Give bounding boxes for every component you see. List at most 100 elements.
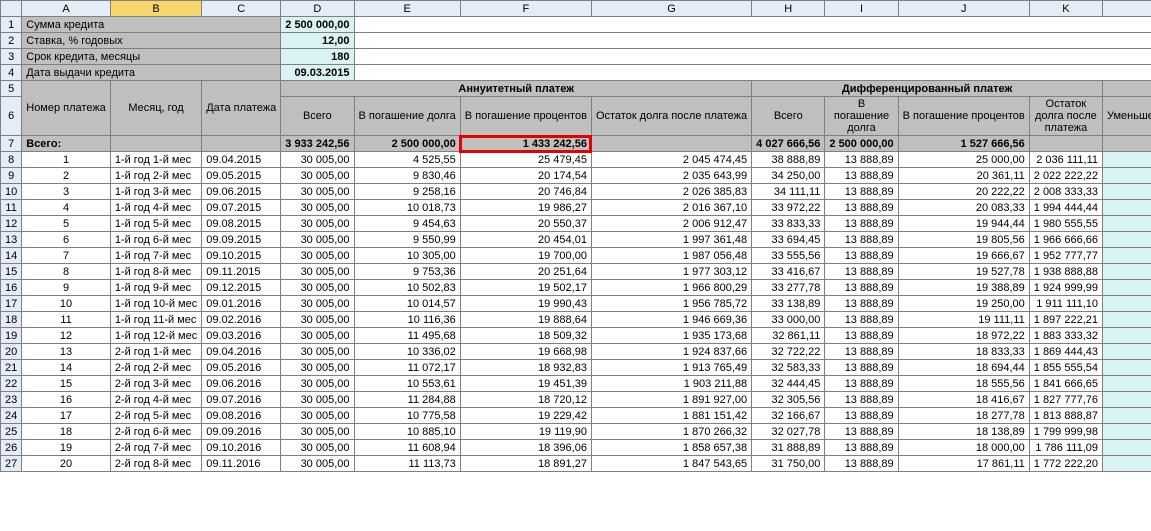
diff-principal-cell[interactable]: 13 888,89 — [825, 168, 898, 184]
diff-total-cell[interactable]: 34 111,11 — [752, 184, 825, 200]
rate-value[interactable]: 12,00 — [281, 33, 354, 49]
row-14[interactable]: 14 — [1, 248, 22, 264]
diff-balance-cell[interactable]: 1 841 666,65 — [1029, 376, 1102, 392]
ann-interest-cell[interactable]: 18 720,12 — [460, 392, 591, 408]
ann-balance-cell[interactable]: 1 847 543,65 — [591, 456, 751, 472]
ann-balance-cell[interactable]: 1 881 151,42 — [591, 408, 751, 424]
ann-principal-cell[interactable]: 10 502,83 — [354, 280, 460, 296]
issue-date-label[interactable]: Дата выдачи кредита — [22, 65, 281, 81]
diff-principal-cell[interactable]: 13 888,89 — [825, 264, 898, 280]
ann-total-cell[interactable]: 30 005,00 — [281, 344, 354, 360]
payment-date[interactable]: 09.07.2016 — [202, 392, 281, 408]
payment-month[interactable]: 1-й год 10-й мес — [110, 296, 201, 312]
early-pay-cell[interactable] — [1103, 392, 1151, 408]
ann-total-cell[interactable]: 30 005,00 — [281, 440, 354, 456]
diff-interest-cell[interactable]: 19 666,67 — [898, 248, 1029, 264]
col-B[interactable]: B — [110, 1, 201, 17]
ann-interest-cell[interactable]: 20 550,37 — [460, 216, 591, 232]
ann-balance-cell[interactable]: 1 946 669,36 — [591, 312, 751, 328]
diff-interest-cell[interactable]: 19 944,44 — [898, 216, 1029, 232]
payment-date[interactable]: 09.03.2016 — [202, 328, 281, 344]
diff-interest-cell[interactable]: 25 000,00 — [898, 152, 1029, 168]
diff-balance-cell[interactable]: 1 799 999,98 — [1029, 424, 1102, 440]
payment-month[interactable]: 2-й год 8-й мес — [110, 456, 201, 472]
payment-num[interactable]: 19 — [22, 440, 111, 456]
spreadsheet-grid[interactable]: A B C D E F G H I J K L M 1 Сумма кредит… — [0, 0, 1151, 472]
diff-balance-cell[interactable]: 1 994 444,44 — [1029, 200, 1102, 216]
payment-month[interactable]: 2-й год 5-й мес — [110, 408, 201, 424]
issue-date-value[interactable]: 09.03.2015 — [281, 65, 354, 81]
ann-balance-cell[interactable]: 2 016 367,10 — [591, 200, 751, 216]
payment-month[interactable]: 1-й год 4-й мес — [110, 200, 201, 216]
row-10[interactable]: 10 — [1, 184, 22, 200]
row-27[interactable]: 27 — [1, 456, 22, 472]
payment-date[interactable]: 09.01.2016 — [202, 296, 281, 312]
early-pay-cell[interactable] — [1103, 152, 1151, 168]
ann-balance-cell[interactable]: 2 045 474,45 — [591, 152, 751, 168]
diff-principal-cell[interactable]: 13 888,89 — [825, 424, 898, 440]
ann-principal-cell[interactable]: 9 258,16 — [354, 184, 460, 200]
payment-date[interactable]: 09.08.2016 — [202, 408, 281, 424]
col-K[interactable]: K — [1029, 1, 1102, 17]
ann-interest-cell[interactable]: 18 932,83 — [460, 360, 591, 376]
diff-principal-cell[interactable]: 13 888,89 — [825, 152, 898, 168]
ann-balance-cell[interactable]: 1 913 765,49 — [591, 360, 751, 376]
payment-month[interactable]: 1-й год 11-й мес — [110, 312, 201, 328]
payment-month[interactable]: 1-й год 9-й мес — [110, 280, 201, 296]
row-9[interactable]: 9 — [1, 168, 22, 184]
payment-month[interactable]: 2-й год 7-й мес — [110, 440, 201, 456]
payment-month[interactable]: 1-й год 3-й мес — [110, 184, 201, 200]
col-L[interactable]: L — [1103, 1, 1151, 17]
row-15[interactable]: 15 — [1, 264, 22, 280]
ann-balance-cell[interactable]: 2 006 912,47 — [591, 216, 751, 232]
payment-date[interactable]: 09.05.2016 — [202, 360, 281, 376]
ann-interest-cell[interactable]: 19 986,27 — [460, 200, 591, 216]
diff-total-cell[interactable]: 33 833,33 — [752, 216, 825, 232]
ann-balance-cell[interactable]: 1 891 927,00 — [591, 392, 751, 408]
payment-date[interactable]: 09.09.2015 — [202, 232, 281, 248]
early-pay-cell[interactable] — [1103, 248, 1151, 264]
early-pay-cell[interactable] — [1103, 312, 1151, 328]
ann-total-cell[interactable]: 30 005,00 — [281, 232, 354, 248]
payment-month[interactable]: 1-й год 2-й мес — [110, 168, 201, 184]
diff-balance-cell[interactable]: 1 869 444,43 — [1029, 344, 1102, 360]
ann-principal-cell[interactable]: 10 336,02 — [354, 344, 460, 360]
row-18[interactable]: 18 — [1, 312, 22, 328]
diff-balance-cell[interactable]: 1 980 555,55 — [1029, 216, 1102, 232]
ann-interest-cell[interactable]: 20 454,01 — [460, 232, 591, 248]
diff-total-cell[interactable]: 33 000,00 — [752, 312, 825, 328]
col-F[interactable]: F — [460, 1, 591, 17]
row-21[interactable]: 21 — [1, 360, 22, 376]
ann-total[interactable]: 3 933 242,56 — [281, 136, 354, 152]
row-13[interactable]: 13 — [1, 232, 22, 248]
diff-balance-cell[interactable]: 1 772 222,20 — [1029, 456, 1102, 472]
ann-interest-cell[interactable]: 19 119,90 — [460, 424, 591, 440]
diff-principal-cell[interactable]: 13 888,89 — [825, 392, 898, 408]
ann-interest-cell[interactable]: 20 746,84 — [460, 184, 591, 200]
early-pay-cell[interactable] — [1103, 424, 1151, 440]
payment-month[interactable]: 1-й год 1-й мес — [110, 152, 201, 168]
ann-interest-cell[interactable]: 19 700,00 — [460, 248, 591, 264]
early-pay-cell[interactable] — [1103, 184, 1151, 200]
payment-date[interactable]: 09.06.2015 — [202, 184, 281, 200]
diff-interest-cell[interactable]: 18 277,78 — [898, 408, 1029, 424]
payment-date[interactable]: 09.11.2016 — [202, 456, 281, 472]
ann-principal-cell[interactable]: 11 495,68 — [354, 328, 460, 344]
diff-interest-total[interactable]: 1 527 666,56 — [898, 136, 1029, 152]
payment-date[interactable]: 09.04.2016 — [202, 344, 281, 360]
diff-principal-cell[interactable]: 13 888,89 — [825, 408, 898, 424]
ann-total-cell[interactable]: 30 005,00 — [281, 152, 354, 168]
payment-num[interactable]: 8 — [22, 264, 111, 280]
payment-num[interactable]: 10 — [22, 296, 111, 312]
diff-balance-cell[interactable]: 1 827 777,76 — [1029, 392, 1102, 408]
ann-principal-cell[interactable]: 9 550,99 — [354, 232, 460, 248]
ann-interest-cell[interactable]: 19 990,43 — [460, 296, 591, 312]
row-20[interactable]: 20 — [1, 344, 22, 360]
rate-label[interactable]: Ставка, % годовых — [22, 33, 281, 49]
ann-principal-total[interactable]: 2 500 000,00 — [354, 136, 460, 152]
diff-balance-cell[interactable]: 2 036 111,11 — [1029, 152, 1102, 168]
row-24[interactable]: 24 — [1, 408, 22, 424]
payment-date[interactable]: 09.10.2015 — [202, 248, 281, 264]
ann-total-cell[interactable]: 30 005,00 — [281, 312, 354, 328]
row-6[interactable]: 6 — [1, 97, 22, 136]
